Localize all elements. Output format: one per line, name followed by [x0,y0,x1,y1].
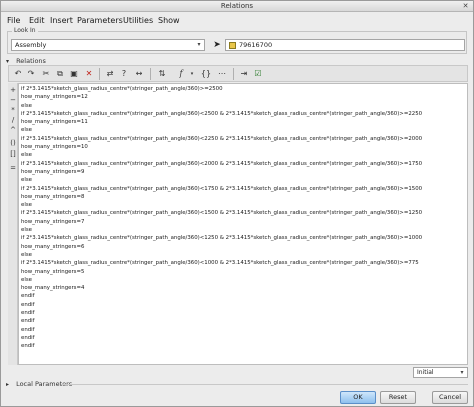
undo-icon[interactable]: ↶ [12,68,24,80]
relations-editor[interactable]: if 2*3.1415*sketch_glass_radius_centre*(… [18,83,468,365]
minus-icon[interactable]: − [8,95,18,105]
chevron-down-icon[interactable]: ▾ [457,368,467,378]
plus-icon[interactable]: + [8,85,18,95]
code-line: endif [21,293,35,300]
brackets-icon[interactable]: {} [200,68,212,80]
code-line: how_many_stringers=12 [21,94,88,101]
menu-parameters[interactable]: Parameters [77,13,123,28]
code-line: if 2*3.1415*sketch_glass_radius_centre*(… [21,86,223,92]
model-value: 79616700 [239,41,273,49]
menu-insert[interactable]: Insert [50,13,73,28]
look-in-label: Look In [12,27,38,34]
code-line: endif [21,326,35,333]
power-icon[interactable]: ^ [8,125,18,135]
code-line: endif [21,301,35,308]
code-line: endif [21,318,35,325]
menu-show[interactable]: Show [158,13,180,28]
equals-icon[interactable]: = [8,163,18,173]
toolbar-separator [233,68,234,80]
code-line: how_many_stringers=4 [21,285,85,292]
code-line: how_many_stringers=6 [21,243,85,250]
code-line: else [21,276,32,283]
code-line: how_many_stringers=8 [21,193,85,200]
code-line: else [21,102,32,109]
switch-dims-icon[interactable]: ⇄ [104,68,116,80]
param-info-icon[interactable]: ? [118,68,130,80]
code-line: else [21,251,32,258]
parens-icon[interactable]: ⋯ [216,68,228,80]
redo-icon[interactable]: ↷ [25,68,37,80]
expand-triangle-icon[interactable]: ▸ [6,380,14,390]
units-select-value: Initial [417,369,434,376]
brackets-icon[interactable]: [] [8,149,18,159]
close-icon[interactable]: ✕ [461,2,470,10]
dim-icon[interactable]: ↔ [133,68,145,80]
window-title: Relations [220,2,254,10]
verify-icon[interactable]: ☑ [252,68,264,80]
divide-icon[interactable]: / [8,115,18,125]
code-line: if 2*3.1415*sketch_glass_radius_centre*(… [21,260,419,267]
multiply-icon[interactable]: * [8,105,18,115]
chevron-down-icon[interactable]: ▾ [186,68,198,80]
code-line: if 2*3.1415*sketch_glass_radius_centre*(… [21,110,423,117]
paste-icon[interactable]: ▣ [68,68,80,80]
look-in-group: Look In Assembly ▾ ➤ 79616700 [7,27,467,54]
evaluate-icon[interactable]: ⇥ [238,68,250,80]
menu-edit[interactable]: Edit [29,13,45,28]
toolbar-separator [150,68,151,80]
relations-dialog: Relations ✕ File Edit Insert Parameters … [0,0,474,407]
look-in-type-value: Assembly [15,41,47,49]
code-line: else [21,127,32,134]
menu-bar: File Edit Insert Parameters Utilities Sh… [1,13,473,28]
code-line: else [21,227,32,234]
code-line: how_many_stringers=10 [21,144,88,151]
code-line: how_many_stringers=9 [21,168,85,175]
code-line: how_many_stringers=5 [21,268,85,275]
code-line: if 2*3.1415*sketch_glass_radius_centre*(… [21,160,423,167]
cancel-button[interactable]: Cancel [432,391,468,404]
operator-sidebar: + − * / ^ () [] = [8,83,18,365]
parens-icon[interactable]: () [8,138,18,148]
code-line: else [21,177,32,184]
code-line: if 2*3.1415*sketch_glass_radius_centre*(… [21,210,423,217]
model-field[interactable]: 79616700 [225,39,465,51]
divider [61,384,468,385]
toolbar-separator [99,68,100,80]
look-in-type-select[interactable]: Assembly ▾ [11,39,205,51]
sort-icon[interactable]: ⇅ [156,68,168,80]
relations-toolbar: ↶ ↷ ✂ ⧉ ▣ ✕ ⇄ ? ↔ ⇅ f ▾ {} ⋯ ⇥ ☑ [8,65,468,82]
copy-icon[interactable]: ⧉ [54,68,66,80]
title-bar: Relations ✕ [1,1,473,12]
units-select[interactable]: Initial ▾ [413,367,468,378]
code-line: how_many_stringers=11 [21,119,88,126]
code-line: endif [21,334,35,341]
code-line: how_many_stringers=7 [21,218,85,225]
code-line: endif [21,310,35,317]
menu-file[interactable]: File [7,13,20,28]
chevron-down-icon[interactable]: ▾ [194,40,204,50]
ok-button[interactable]: OK [340,391,376,404]
model-icon [229,42,236,49]
code-line: else [21,152,32,159]
delete-icon[interactable]: ✕ [83,68,95,80]
code-line: if 2*3.1415*sketch_glass_radius_centre*(… [21,235,423,242]
reset-button[interactable]: Reset [380,391,416,404]
relations-label: Relations [16,57,46,65]
pointer-select-icon[interactable]: ➤ [211,39,223,51]
menu-utilities[interactable]: Utilities [123,13,153,28]
code-line: if 2*3.1415*sketch_glass_radius_centre*(… [21,135,423,142]
code-line: else [21,202,32,209]
code-line: if 2*3.1415*sketch_glass_radius_centre*(… [21,185,423,192]
cut-icon[interactable]: ✂ [40,68,52,80]
code-line: endif [21,343,35,350]
